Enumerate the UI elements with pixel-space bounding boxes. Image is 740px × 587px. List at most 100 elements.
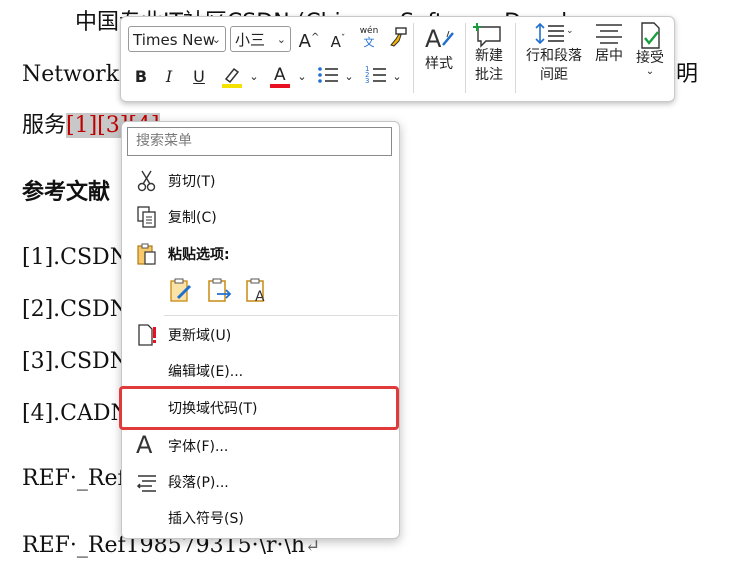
numbered-list-icon: 1 2 3	[365, 65, 386, 85]
highlight-dropdown[interactable]: ⌄	[248, 65, 260, 89]
doc-line-2: Network)	[22, 62, 128, 88]
align-center-icon	[591, 21, 627, 47]
menu-item-copy-label: 复制(C)	[168, 210, 217, 226]
menu-divider	[164, 315, 398, 316]
menu-item-font[interactable]: A 字体(F)...	[122, 429, 399, 463]
menu-item-update-field[interactable]: 更新域(U)	[122, 318, 399, 352]
menu-paste-options-header: 粘贴选项:	[122, 237, 399, 271]
format-painter-button[interactable]	[386, 26, 410, 55]
chevron-down-icon: ⌄	[645, 66, 655, 77]
shrink-font-icon: Aˇ	[330, 33, 346, 51]
new-comment-label-1: 新建	[475, 48, 503, 64]
accept-change-icon	[631, 21, 669, 49]
ref-item-2: [2].CSDN	[22, 297, 129, 322]
font-name-select[interactable]: Times New ⌄	[128, 26, 226, 52]
ref-heading: 参考文献	[22, 180, 111, 205]
mini-toolbar: Times New ⌄ 小三 ⌄ A^ Aˇ wén 文 B I U ⌄ A ⌄	[120, 16, 675, 102]
doc-line-3-text: 服务	[22, 113, 67, 138]
svg-text:A: A	[425, 25, 442, 53]
menu-item-font-label: 字体(F)...	[168, 439, 229, 455]
svg-text:3: 3	[365, 77, 369, 85]
chevron-down-icon: ⌄	[392, 70, 402, 83]
doc-line-2-text: Network)	[22, 62, 128, 87]
chevron-down-icon: ⌄	[297, 70, 307, 83]
highlighter-icon	[222, 67, 242, 88]
copy-icon	[136, 205, 158, 229]
context-menu: 搜索菜单 剪切(T) 复制(C) 粘贴选项: A 更新域(U) 编辑域(E)..…	[121, 121, 400, 539]
underline-button[interactable]: U	[187, 65, 211, 89]
grow-font-icon: A^	[298, 31, 320, 52]
ref-item-1: [1].CSDN	[22, 245, 129, 270]
styles-label: 样式	[425, 56, 453, 72]
menu-search-input[interactable]: 搜索菜单	[127, 127, 392, 156]
paste-text-only-icon: A	[246, 278, 265, 305]
menu-item-paragraph-label: 段落(P)...	[168, 475, 229, 491]
doc-line-2-tail: 明	[676, 62, 699, 87]
font-color-icon: A	[270, 65, 290, 88]
paste-merge-formatting-button[interactable]	[206, 276, 232, 304]
bullets-dropdown[interactable]: ⌄	[343, 65, 355, 89]
new-comment-icon	[469, 21, 509, 48]
menu-item-insert-symbol-label: 插入符号(S)	[168, 511, 244, 527]
styles-icon: A	[419, 21, 459, 55]
menu-item-edit-field[interactable]: 编辑域(E)...	[122, 354, 399, 388]
menu-item-insert-symbol[interactable]: 插入符号(S)	[122, 501, 399, 535]
numbering-button[interactable]: 1 2 3	[363, 63, 389, 94]
line-spacing-button[interactable]: ⌄ 行和段落 间距	[521, 21, 587, 85]
svg-text:⌄: ⌄	[566, 26, 574, 36]
font-size-value: 小三	[235, 31, 266, 49]
toolbar-divider	[515, 23, 516, 93]
center-button[interactable]: 居中	[591, 21, 627, 66]
menu-item-paragraph[interactable]: 段落(P)...	[122, 465, 399, 499]
annotation-highlight-box	[119, 386, 399, 430]
field-code-1: REF·_Ref	[22, 466, 126, 491]
bullets-button[interactable]	[315, 63, 341, 94]
paste-keep-formatting-button[interactable]	[168, 276, 194, 304]
font-color-dropdown[interactable]: ⌄	[296, 65, 308, 89]
menu-item-cut[interactable]: 剪切(T)	[122, 164, 399, 198]
accept-button[interactable]: 接受 ⌄	[631, 21, 669, 77]
chevron-down-icon: ⌄	[249, 70, 259, 83]
highlight-button[interactable]	[218, 63, 246, 96]
center-label: 居中	[595, 48, 623, 64]
paste-text-only-button[interactable]: A	[244, 276, 270, 305]
font-size-select[interactable]: 小三 ⌄	[230, 26, 291, 52]
update-field-icon	[136, 323, 158, 347]
styles-button[interactable]: A 样式	[419, 21, 459, 74]
svg-text:A: A	[274, 65, 286, 85]
toolbar-divider	[465, 23, 466, 93]
format-painter-icon	[390, 27, 407, 47]
scissors-icon	[136, 169, 158, 193]
menu-item-update-field-label: 更新域(U)	[168, 328, 232, 344]
phonetic-guide-button[interactable]: wén 文	[356, 25, 382, 49]
new-comment-button[interactable]: 新建 批注	[469, 21, 509, 85]
menu-item-cut-label: 剪切(T)	[168, 174, 216, 190]
shrink-font-button[interactable]: Aˇ	[326, 27, 350, 54]
menu-item-edit-field-label: 编辑域(E)...	[168, 364, 244, 380]
italic-button[interactable]: I	[158, 65, 180, 89]
menu-item-copy[interactable]: 复制(C)	[122, 200, 399, 234]
grow-font-button[interactable]: A^	[297, 26, 321, 54]
font-name-value: Times New	[133, 31, 216, 49]
line-spacing-label-2: 间距	[540, 67, 568, 83]
paragraph-icon	[136, 470, 158, 494]
line-spacing-label-1: 行和段落	[526, 48, 582, 64]
paste-options-label: 粘贴选项:	[168, 247, 230, 263]
new-comment-label-2: 批注	[475, 67, 503, 83]
paragraph-mark: ↵	[305, 536, 321, 557]
font-icon: A	[136, 431, 153, 459]
phonetic-bottom: 文	[363, 36, 375, 49]
clipboard-icon	[136, 242, 158, 266]
ref-item-4: [4].CADN	[22, 401, 130, 426]
paste-keep-formatting-icon	[170, 278, 192, 302]
chevron-down-icon: ⌄	[344, 70, 354, 83]
font-color-button[interactable]: A	[266, 63, 294, 96]
chevron-down-icon: ⌄	[276, 33, 286, 46]
ref-item-3: [3].CSDN	[22, 349, 129, 374]
chevron-down-icon: ⌄	[211, 33, 221, 46]
svg-text:A: A	[255, 289, 265, 304]
paste-merge-formatting-icon	[208, 278, 232, 302]
bold-button[interactable]: B	[129, 65, 153, 89]
numbering-dropdown[interactable]: ⌄	[391, 65, 403, 89]
toolbar-divider	[413, 23, 414, 93]
